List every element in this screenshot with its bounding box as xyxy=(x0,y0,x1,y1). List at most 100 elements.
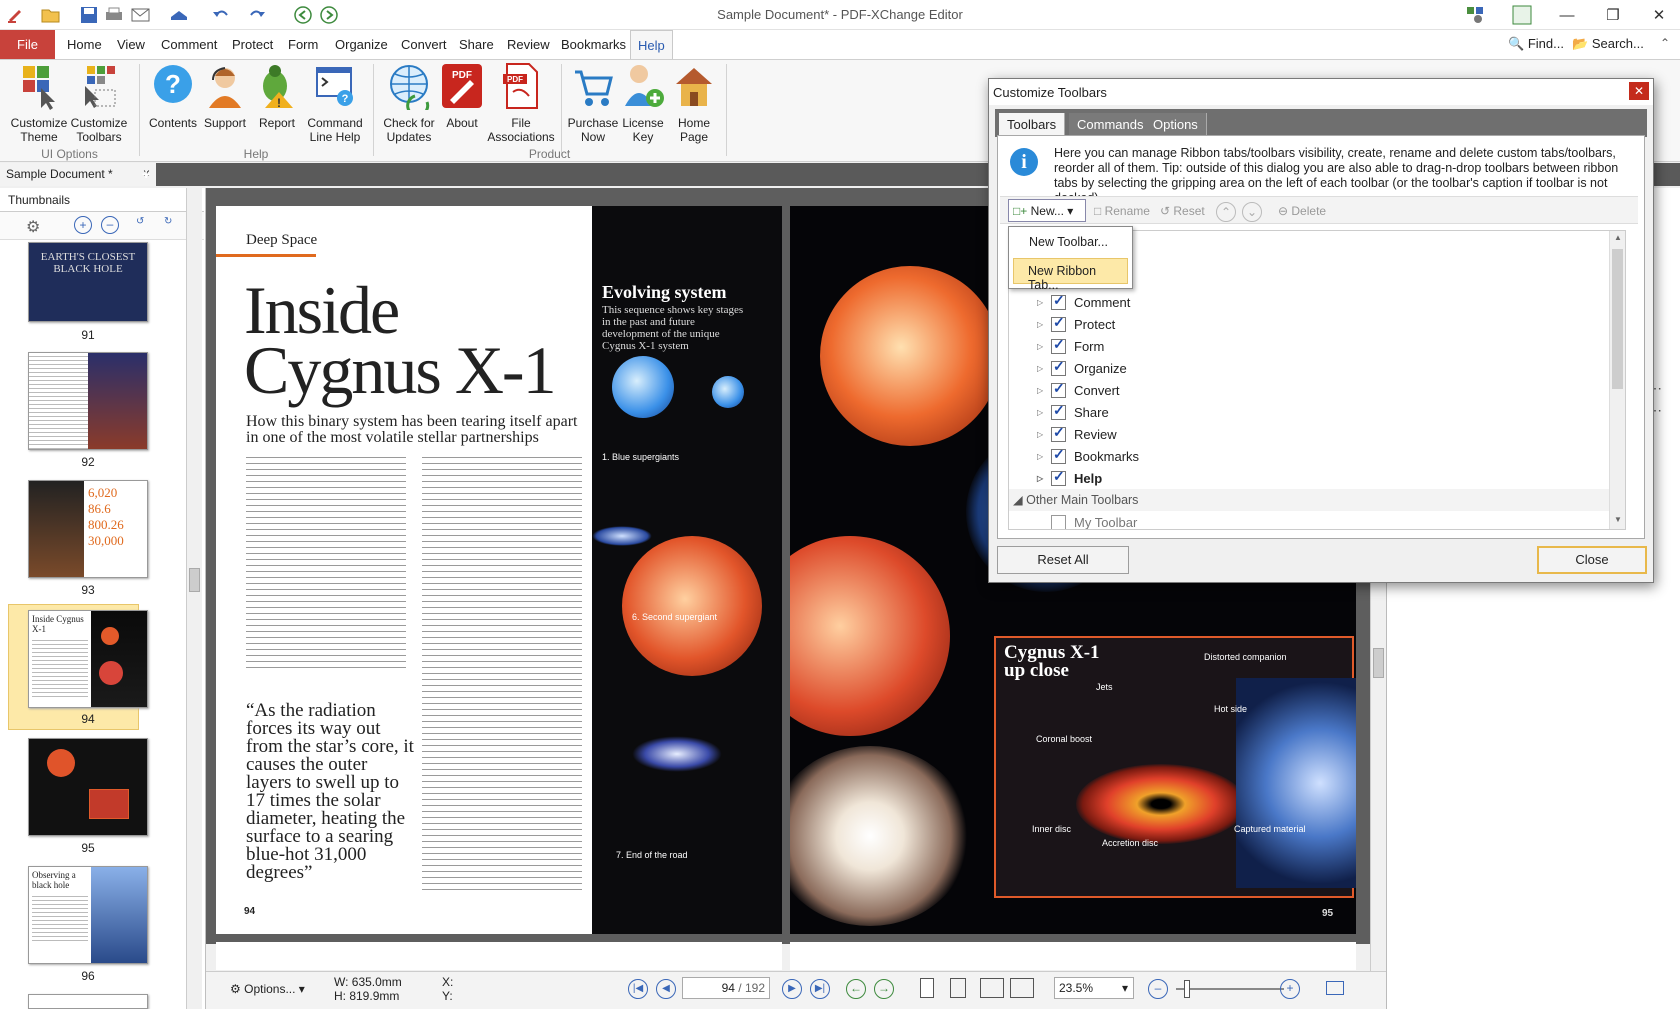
expand-icon[interactable]: ▷ xyxy=(1037,320,1051,329)
tree-scrollbar[interactable]: ▲ ▼ xyxy=(1609,231,1625,529)
checkbox-checked[interactable] xyxy=(1051,468,1066,486)
support-button[interactable]: Support xyxy=(197,62,253,130)
facing-continuous-icon[interactable] xyxy=(1010,978,1034,998)
open-folder-icon[interactable] xyxy=(40,4,62,26)
home-page-button[interactable]: Home Page xyxy=(668,62,720,144)
contents-button[interactable]: ? Contents xyxy=(143,62,203,130)
tree-item-convert[interactable]: ▷ Convert xyxy=(1037,379,1120,401)
tab-form[interactable]: Form xyxy=(281,30,325,59)
tree-item-help[interactable]: ▷ Help xyxy=(1037,467,1102,489)
zoom-in-icon[interactable]: + xyxy=(74,216,92,234)
redo-icon[interactable] xyxy=(246,4,268,26)
thumbnail-page-next[interactable] xyxy=(28,994,148,1009)
dialog-tab-commands[interactable]: Commands xyxy=(1069,113,1153,135)
expand-icon[interactable]: ▷ xyxy=(1037,408,1051,417)
scrollbar-thumb[interactable] xyxy=(1612,249,1623,389)
options-button[interactable]: ⚙ Options... ▾ xyxy=(230,982,305,996)
tab-protect[interactable]: Protect xyxy=(225,30,280,59)
settings-icon[interactable] xyxy=(1464,4,1486,26)
checkbox-checked[interactable] xyxy=(1051,402,1066,420)
close-window-button[interactable]: ✕ xyxy=(1636,0,1680,30)
checkbox-unchecked[interactable] xyxy=(1051,514,1066,529)
expand-icon[interactable]: ▷ xyxy=(1037,298,1051,307)
maximize-button[interactable]: ❐ xyxy=(1590,0,1636,30)
purchase-now-button[interactable]: Purchase Now xyxy=(565,62,621,144)
tab-help[interactable]: Help xyxy=(630,30,673,59)
report-button[interactable]: ! Report xyxy=(251,62,303,130)
zoom-select[interactable]: 23.5% ▾ xyxy=(1054,977,1134,999)
fit-page-icon[interactable] xyxy=(1326,981,1344,995)
tree-item-share[interactable]: ▷ Share xyxy=(1037,401,1109,423)
back-view-icon[interactable]: ← xyxy=(846,979,866,999)
tab-file[interactable]: File xyxy=(0,30,55,59)
collapse-icon[interactable]: ◢ xyxy=(1013,493,1023,507)
tab-comment[interactable]: Comment xyxy=(154,30,224,59)
thumbnails-scrollbar[interactable] xyxy=(186,188,202,1009)
new-tab-icon[interactable]: + xyxy=(142,166,150,182)
about-button[interactable]: PDF About xyxy=(438,62,486,130)
delete-button[interactable]: ⊖ Delete xyxy=(1278,204,1326,218)
zoom-in-button[interactable]: + xyxy=(1280,979,1300,999)
scroll-down-icon[interactable]: ▼ xyxy=(1614,515,1622,524)
zoom-slider-handle[interactable] xyxy=(1184,980,1190,998)
customize-theme-button[interactable]: Customize Theme xyxy=(6,62,72,144)
thumbnail-page-96[interactable]: Observing a black hole xyxy=(28,866,148,964)
menu-item-new-toolbar[interactable]: New Toolbar... xyxy=(1011,230,1130,254)
save-icon[interactable] xyxy=(78,4,100,26)
minimize-button[interactable]: — xyxy=(1544,0,1590,30)
zoom-out-button[interactable]: – xyxy=(1148,979,1168,999)
forward-view-icon[interactable]: → xyxy=(874,979,894,999)
checkbox-checked[interactable] xyxy=(1051,314,1066,332)
back-nav-icon[interactable] xyxy=(292,4,314,26)
tree-item-form[interactable]: ▷ Form xyxy=(1037,335,1104,357)
tab-bookmarks[interactable]: Bookmarks xyxy=(554,30,633,59)
dialog-close-icon[interactable]: ✕ xyxy=(1629,82,1649,100)
prev-page-icon[interactable]: ◀ xyxy=(656,979,676,999)
forward-nav-icon[interactable] xyxy=(318,4,340,26)
checkbox-checked[interactable] xyxy=(1051,380,1066,398)
thumbnail-page-95[interactable] xyxy=(28,738,148,836)
collapse-ribbon-icon[interactable]: ⌃ xyxy=(1660,36,1670,50)
print-icon[interactable] xyxy=(103,4,125,26)
tree-item-protect[interactable]: ▷ Protect xyxy=(1037,313,1115,335)
tree-item-my-toolbar[interactable]: My Toolbar xyxy=(1037,511,1137,529)
app-icon[interactable] xyxy=(4,4,26,26)
scan-icon[interactable] xyxy=(168,4,190,26)
expand-icon[interactable]: ▷ xyxy=(1037,342,1051,351)
search-button[interactable]: 📂 Search... xyxy=(1572,36,1644,52)
first-page-icon[interactable]: |◀ xyxy=(628,979,648,999)
customize-toolbars-button[interactable]: Customize Toolbars xyxy=(68,62,130,144)
tree-item-organize[interactable]: ▷ Organize xyxy=(1037,357,1127,379)
scrollbar-thumb[interactable] xyxy=(1373,648,1384,678)
move-up-icon[interactable]: ⌃ xyxy=(1216,202,1236,222)
document-tab[interactable]: Sample Document * × xyxy=(0,163,156,186)
tab-view[interactable]: View xyxy=(110,30,152,59)
tree-item-bookmarks[interactable]: ▷ Bookmarks xyxy=(1037,445,1139,467)
rotate-left-icon[interactable]: ↺ xyxy=(136,216,144,227)
dialog-tab-toolbars[interactable]: Toolbars xyxy=(999,113,1066,135)
continuous-page-icon[interactable] xyxy=(950,978,966,998)
thumb-settings-icon[interactable]: ⚙ xyxy=(26,217,40,237)
tree-item-review[interactable]: ▷ Review xyxy=(1037,423,1117,445)
menu-item-new-ribbon-tab[interactable]: New Ribbon Tab... xyxy=(1013,258,1128,292)
fullscreen-icon[interactable] xyxy=(1511,4,1533,26)
email-icon[interactable] xyxy=(130,4,152,26)
new-dropdown-button[interactable]: □+ New... ▾ xyxy=(1008,199,1086,222)
scrollbar-thumb[interactable] xyxy=(189,568,200,592)
scroll-up-icon[interactable]: ▲ xyxy=(1614,233,1622,242)
checkbox-checked[interactable] xyxy=(1051,358,1066,376)
tab-organize[interactable]: Organize xyxy=(328,30,395,59)
dialog-tab-options[interactable]: Options xyxy=(1145,113,1207,135)
facing-pages-icon[interactable] xyxy=(980,978,1004,998)
thumbnail-page-94[interactable]: Inside Cygnus X-1 xyxy=(28,610,148,708)
tab-share[interactable]: Share xyxy=(452,30,501,59)
expand-icon[interactable]: ▷ xyxy=(1037,452,1051,461)
reset-button[interactable]: ↺ Reset xyxy=(1160,204,1205,218)
license-key-button[interactable]: License Key xyxy=(619,62,667,144)
reset-all-button[interactable]: Reset All xyxy=(997,546,1129,574)
checkbox-checked[interactable] xyxy=(1051,446,1066,464)
rotate-right-icon[interactable]: ↻ xyxy=(164,216,172,227)
zoom-slider[interactable] xyxy=(1176,988,1284,990)
checkbox-checked[interactable] xyxy=(1051,336,1066,354)
expand-icon[interactable]: ▷ xyxy=(1037,364,1051,373)
